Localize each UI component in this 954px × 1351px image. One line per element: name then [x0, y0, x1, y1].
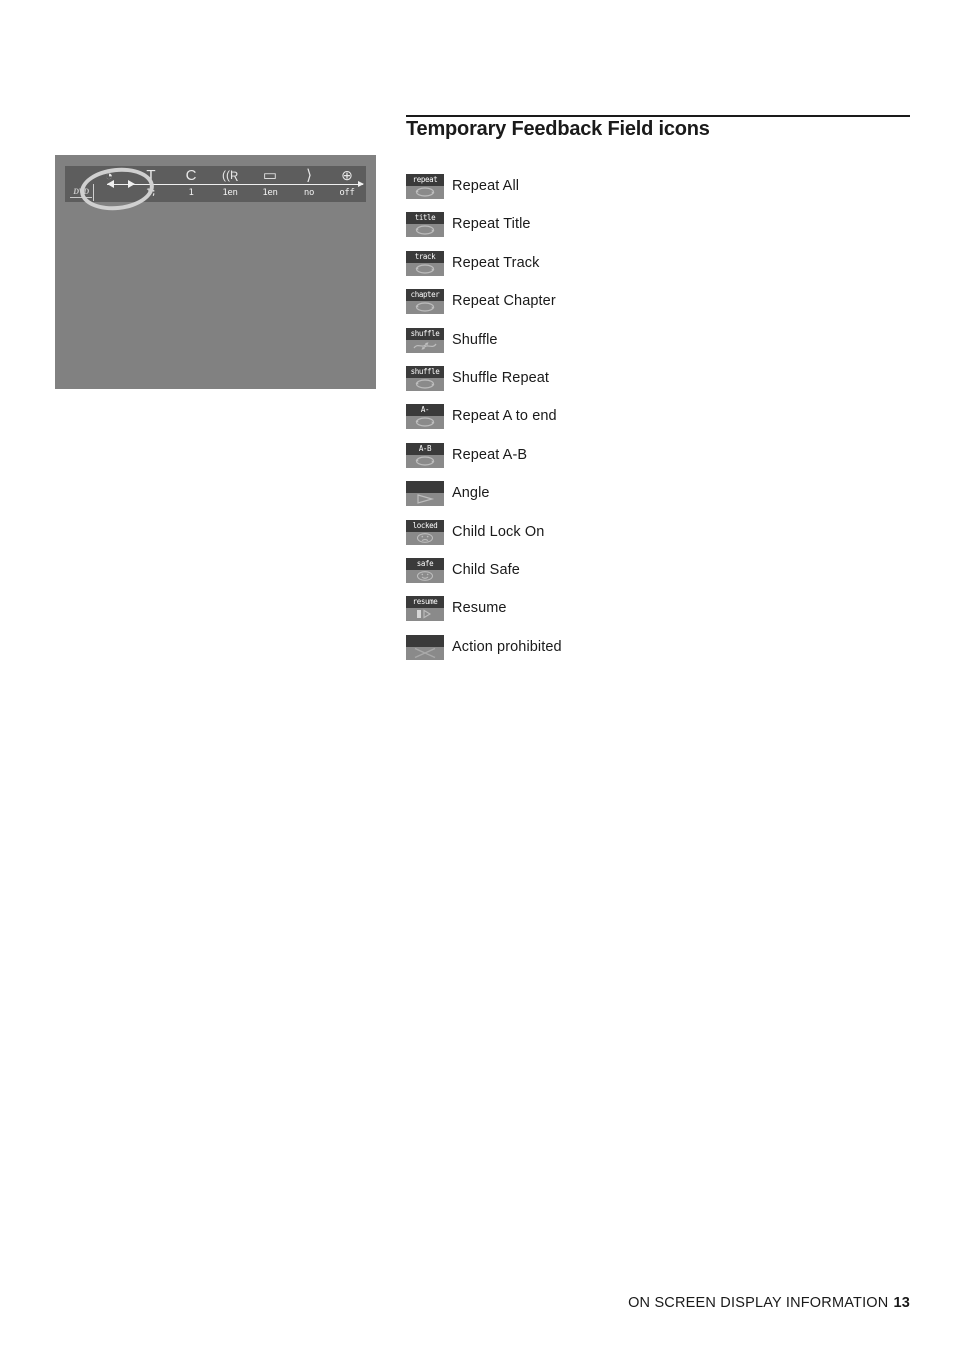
repeat-loop-icon — [406, 263, 444, 276]
feedback-icon-label: Resume — [452, 600, 507, 617]
osd-angle-value: no — [303, 188, 315, 198]
repeat-loop-icon — [406, 224, 444, 237]
feedback-icon-cross-prohibited — [406, 634, 444, 660]
feedback-icon-row: safe Child Safe — [406, 557, 906, 596]
repeat-loop-icon — [406, 378, 444, 391]
feedback-icon-label: Repeat Title — [452, 216, 531, 233]
feedback-icon-repeat-loop: track — [406, 250, 444, 276]
repeat-loop-icon — [406, 416, 444, 429]
section-rule — [406, 115, 910, 117]
feedback-icon-caption: repeat — [406, 174, 444, 186]
feedback-icon-caption: A- — [406, 404, 444, 417]
feedback-icon-repeat-loop: chapter — [406, 289, 444, 315]
feedback-icon-row: repeat Repeat All — [406, 174, 906, 212]
feedback-icon-repeat-loop: shuffle — [406, 365, 444, 391]
sad-face-icon — [406, 532, 444, 545]
feedback-icon-row: Angle — [406, 481, 906, 519]
feedback-icon-label: Repeat Chapter — [452, 293, 556, 310]
feedback-icon-caption: shuffle — [406, 365, 444, 378]
feedback-icon-caption: resume — [406, 596, 444, 609]
resume-play-icon — [406, 608, 444, 621]
feedback-icon-row: shuffle Shuffle Repeat — [406, 365, 906, 404]
osd-angle-icon: ⟩ — [306, 167, 312, 184]
feedback-icon-caption: safe — [406, 557, 444, 570]
feedback-icon-label: Action prohibited — [452, 638, 562, 655]
feedback-icon-caption — [406, 634, 444, 647]
feedback-icon-caption: track — [406, 250, 444, 263]
osd-subtitle-value: 1en — [262, 188, 278, 198]
cross-prohibited-icon — [406, 647, 444, 660]
feedback-icon-label: Repeat A to end — [452, 408, 557, 425]
feedback-icon-label: Shuffle — [452, 331, 498, 348]
osd-zoom-icon: ⊕ — [341, 167, 353, 183]
feedback-icon-row: A-B Repeat A-B — [406, 442, 906, 481]
osd-zoom-value: off — [339, 188, 355, 198]
feedback-icon-caption: A-B — [406, 442, 444, 455]
osd-subtitle-icon: ▭ — [262, 167, 278, 184]
feedback-icon-label: Angle — [452, 485, 490, 502]
page-title: Temporary Feedback Field icons — [406, 118, 710, 140]
feedback-icon-caption: shuffle — [406, 327, 444, 340]
feedback-icon-label: Repeat All — [452, 178, 520, 194]
angle-triangle-icon — [406, 493, 444, 506]
feedback-icon-row: track Repeat Track — [406, 250, 906, 289]
feedback-icon-row: A- Repeat A to end — [406, 404, 906, 442]
shuffle-arrows-icon — [406, 340, 444, 353]
repeat-loop-icon — [406, 455, 444, 468]
osd-chapter-icon: C — [185, 167, 197, 184]
feedback-icon-row: shuffle Shuffle — [406, 327, 906, 366]
feedback-icon-list: repeat Repeat All title Repeat Title track Re… — [406, 174, 906, 673]
feedback-icon-row: locked Child Lock On — [406, 519, 906, 558]
page-footer: ON SCREEN DISPLAY INFORMATION 13 — [0, 1295, 910, 1311]
feedback-icon-label: Shuffle Repeat — [452, 369, 550, 386]
feedback-icon-label: Repeat A-B — [452, 446, 528, 463]
feedback-icon-repeat-loop: A- — [406, 404, 444, 430]
footer-chapter-title: ON SCREEN DISPLAY INFORMATION — [628, 1295, 889, 1311]
feedback-icon-caption: chapter — [406, 289, 444, 302]
osd-audio-language-value: 1en — [222, 188, 238, 198]
feedback-icon-angle-triangle — [406, 481, 444, 507]
feedback-icon-sad-face: locked — [406, 519, 444, 545]
feedback-icon-resume-play: resume — [406, 596, 444, 622]
happy-face-icon — [406, 570, 444, 583]
footer-page-number: 13 — [893, 1295, 910, 1311]
feedback-icon-row: Action prohibited — [406, 634, 906, 673]
feedback-icon-caption: locked — [406, 519, 444, 532]
feedback-icon-repeat-loop: title — [406, 212, 444, 238]
feedback-icon-shuffle-arrows: shuffle — [406, 327, 444, 353]
feedback-icon-caption — [406, 481, 444, 494]
feedback-icon-row: resume Resume — [406, 596, 906, 634]
feedback-icon-row: chapter Repeat Chapter — [406, 289, 906, 327]
feedback-icon-repeat-loop: repeat — [406, 174, 444, 199]
feedback-icon-label: Child Safe — [452, 561, 520, 578]
on-screen-display-bar: DVD ◔ T C ((Ʀ ▭ ⟩ ⊕ 1; 1 1en 1en no off — [65, 164, 366, 214]
feedback-icon-repeat-loop: A-B — [406, 442, 444, 468]
osd-audio-language-icon: ((Ʀ — [222, 168, 238, 182]
feedback-icon-label: Child Lock On — [452, 523, 545, 540]
repeat-loop-icon — [406, 301, 444, 314]
repeat-loop-icon — [406, 186, 444, 199]
feedback-icon-caption: title — [406, 212, 444, 225]
feedback-icon-row: title Repeat Title — [406, 212, 906, 250]
feedback-icon-label: Repeat Track — [452, 254, 540, 271]
osd-chapter-value: 1 — [188, 188, 194, 198]
feedback-icon-happy-face: safe — [406, 557, 444, 583]
dvd-screen-illustration: DVD ◔ T C ((Ʀ ▭ ⟩ ⊕ 1; 1 1en 1en no off — [55, 155, 376, 389]
